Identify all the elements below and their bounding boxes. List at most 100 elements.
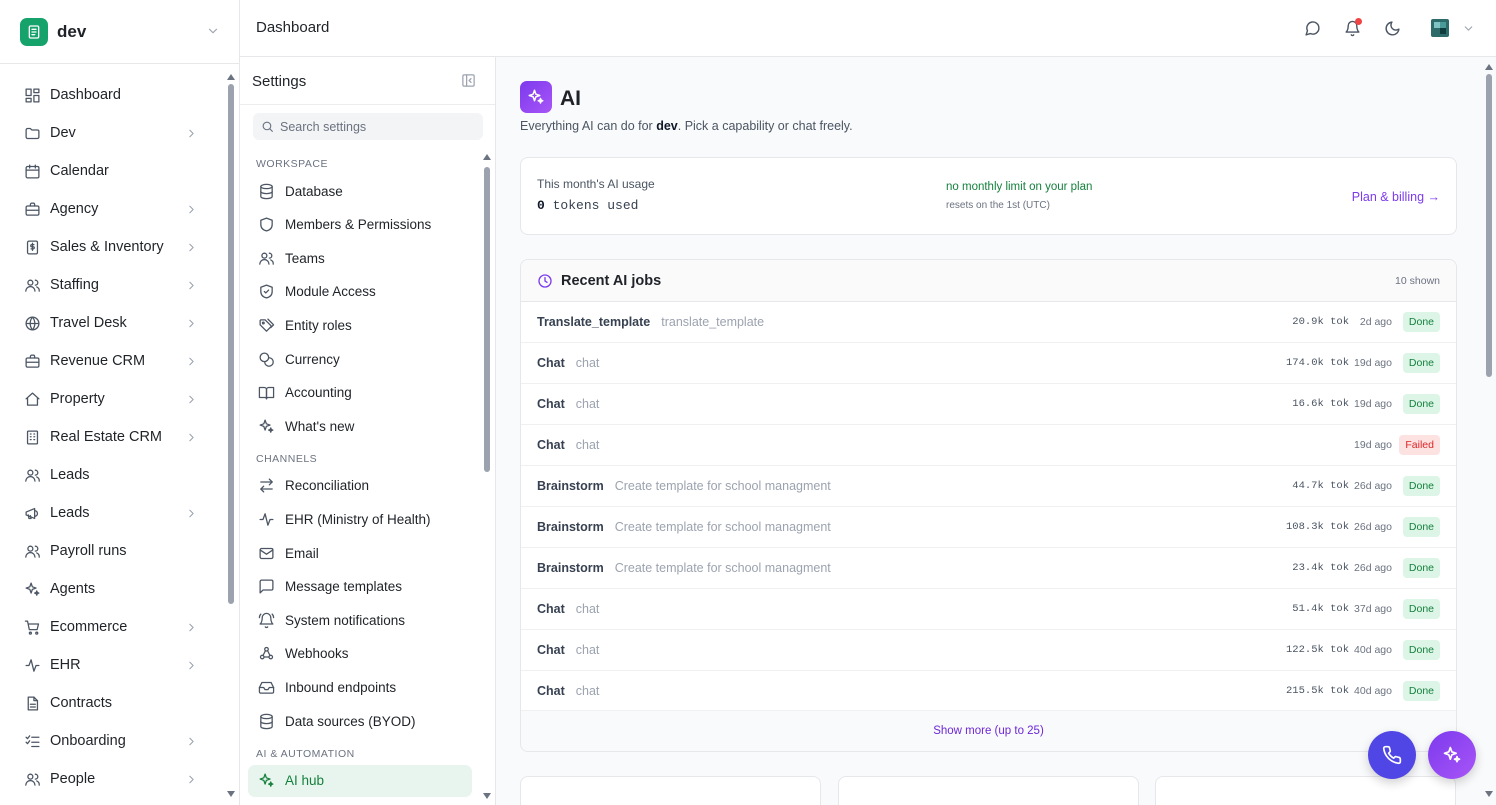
chevron-right-icon: [185, 507, 198, 520]
phone-icon: [1382, 745, 1402, 765]
job-kind: Brainstorm: [537, 561, 604, 575]
subtitle-text-end: . Pick a capability or chat freely.: [677, 119, 853, 133]
nav-item-ecommerce[interactable]: Ecommerce: [0, 608, 226, 646]
nav-item-ehr[interactable]: EHR: [0, 646, 226, 684]
capability-card[interactable]: [520, 776, 821, 805]
sparkles-icon: [1443, 746, 1461, 763]
chevron-down-icon[interactable]: [1458, 18, 1478, 38]
settings-item-label: EHR (Ministry of Health): [285, 511, 431, 527]
settings-item-inbound-endpoints[interactable]: Inbound endpoints: [248, 671, 472, 703]
settings-item-label: Accounting: [285, 385, 352, 401]
nav-item-dev[interactable]: Dev: [0, 114, 226, 152]
chat-bubble-icon[interactable]: [1302, 18, 1322, 38]
job-row[interactable]: Brainstorm Create template for school man…: [521, 548, 1456, 589]
job-description: Create template for school managment: [614, 479, 831, 493]
nav-item-label: Dev: [50, 125, 76, 141]
nav-item-agents[interactable]: Agents: [0, 570, 226, 608]
job-row[interactable]: Chat chat 215.5k tok 40d ago Done: [521, 671, 1456, 712]
nav-item-label: Staffing: [50, 277, 99, 293]
settings-scrollbar[interactable]: [483, 154, 491, 799]
sidebar-collapse-icon[interactable]: [461, 73, 476, 88]
sparkles-icon: [258, 772, 275, 789]
job-row[interactable]: Translate_template translate_template 20.9…: [521, 302, 1456, 343]
settings-item-ehr-ministry-of-health[interactable]: EHR (Ministry of Health): [248, 503, 472, 535]
settings-item-entity-roles[interactable]: Entity roles: [248, 309, 472, 341]
show-more-button[interactable]: Show more (up to 25): [521, 710, 1456, 751]
shield-icon: [258, 216, 275, 233]
settings-item-module-access[interactable]: Module Access: [248, 276, 472, 308]
nav-item-sales-inventory[interactable]: Sales & Inventory: [0, 228, 226, 266]
nav-item-travel-desk[interactable]: Travel Desk: [0, 304, 226, 342]
nav-item-property[interactable]: Property: [0, 380, 226, 418]
breadcrumb[interactable]: Dashboard: [256, 19, 329, 36]
nav-item-onboarding[interactable]: Onboarding: [0, 722, 226, 760]
recent-ai-jobs-card: Recent AI jobs 10 shown Translate_templa…: [520, 259, 1457, 752]
settings-item-accounting[interactable]: Accounting: [248, 377, 472, 409]
job-time-ago: 26d ago: [1354, 562, 1392, 574]
job-row[interactable]: Brainstorm Create template for school man…: [521, 466, 1456, 507]
plan-billing-link[interactable]: Plan & billing →: [1352, 190, 1440, 204]
scrollbar-thumb[interactable]: [228, 84, 234, 604]
nav-item-revenue-crm[interactable]: Revenue CRM: [0, 342, 226, 380]
bell-icon[interactable]: [1342, 18, 1362, 38]
left-nav-scrollbar[interactable]: [227, 74, 235, 805]
settings-item-database[interactable]: Database: [248, 175, 472, 207]
nav-item-leads[interactable]: Leads: [0, 494, 226, 532]
job-kind: Chat: [537, 684, 565, 698]
job-row[interactable]: Chat chat 174.0k tok 19d ago Done: [521, 343, 1456, 384]
nav-item-real-estate-crm[interactable]: Real Estate CRM: [0, 418, 226, 456]
nav-item-leads[interactable]: Leads: [0, 456, 226, 494]
job-description: chat: [575, 602, 600, 616]
job-kind: Chat: [537, 643, 565, 657]
settings-item-data-sources-byod[interactable]: Data sources (BYOD): [248, 705, 472, 737]
nav-item-calendar[interactable]: Calendar: [0, 152, 226, 190]
main-scrollbar[interactable]: [1484, 64, 1494, 805]
moon-icon[interactable]: [1382, 18, 1402, 38]
job-kind: Translate_template: [537, 315, 651, 329]
nav-item-label: People: [50, 771, 96, 787]
settings-item-what-s-new[interactable]: What's new: [248, 410, 472, 442]
nav-item-payroll-runs[interactable]: Payroll runs: [0, 532, 226, 570]
nav-item-label: EHR: [50, 657, 81, 673]
ai-assistant-button[interactable]: [1428, 731, 1476, 779]
settings-item-webhooks[interactable]: Webhooks: [248, 638, 472, 670]
settings-search-input[interactable]: [280, 119, 470, 134]
bell-ring-icon: [258, 612, 275, 629]
nav-item-dashboard[interactable]: Dashboard: [0, 76, 226, 114]
avatar[interactable]: [1430, 18, 1450, 38]
settings-item-label: Currency: [285, 351, 340, 367]
capability-card[interactable]: [838, 776, 1139, 805]
job-row[interactable]: Brainstorm Create template for school man…: [521, 507, 1456, 548]
settings-search-field[interactable]: [253, 113, 483, 140]
job-row[interactable]: Chat chat 122.5k tok 40d ago Done: [521, 630, 1456, 671]
job-row[interactable]: Chat chat 51.4k tok 37d ago Done: [521, 589, 1456, 630]
chevron-right-icon: [185, 279, 198, 292]
settings-item-teams[interactable]: Teams: [248, 242, 472, 274]
nav-item-agency[interactable]: Agency: [0, 190, 226, 228]
job-row[interactable]: Chat chat 19d ago Failed: [521, 425, 1456, 466]
settings-item-email[interactable]: Email: [248, 537, 472, 569]
nav-item-people[interactable]: People: [0, 760, 226, 798]
settings-item-currency[interactable]: Currency: [248, 343, 472, 375]
list-check-icon: [23, 732, 41, 750]
settings-item-message-templates[interactable]: Message templates: [248, 571, 472, 603]
call-button[interactable]: [1368, 731, 1416, 779]
job-tokens: 215.5k tok: [1285, 685, 1349, 697]
nav-item-staffing[interactable]: Staffing: [0, 266, 226, 304]
job-row[interactable]: Chat chat 16.6k tok 19d ago Done: [521, 384, 1456, 425]
settings-item-members-permissions[interactable]: Members & Permissions: [248, 209, 472, 241]
job-tokens: 16.6k tok: [1292, 398, 1349, 410]
capability-card[interactable]: [1155, 776, 1456, 805]
nav-item-contracts[interactable]: Contracts: [0, 684, 226, 722]
settings-item-system-notifications[interactable]: System notifications: [248, 604, 472, 636]
scrollbar-thumb[interactable]: [1486, 74, 1492, 377]
workspace-switcher[interactable]: dev: [0, 0, 240, 64]
job-kind: Chat: [537, 438, 565, 452]
settings-item-reconciliation[interactable]: Reconciliation: [248, 470, 472, 502]
settings-item-label: Message templates: [285, 579, 403, 595]
ai-usage-card: This month's AI usage 0 tokens used no m…: [520, 157, 1457, 235]
users-icon: [258, 250, 275, 267]
scrollbar-thumb[interactable]: [484, 167, 490, 472]
settings-item-ai-hub[interactable]: AI hub: [248, 764, 472, 797]
job-kind: Chat: [537, 397, 565, 411]
